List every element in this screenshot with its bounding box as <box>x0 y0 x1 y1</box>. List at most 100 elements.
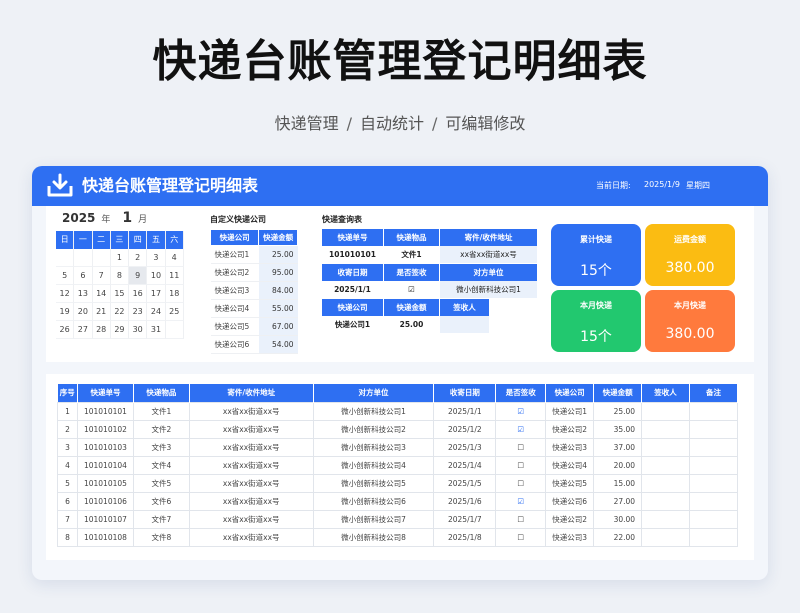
calendar-month[interactable]: 1 <box>122 210 132 226</box>
calendar-day[interactable]: 7 <box>92 267 111 285</box>
stat-value: 15个 <box>580 329 612 345</box>
column-header: 签收人 <box>641 384 690 402</box>
calendar-day[interactable]: 16 <box>129 285 148 303</box>
current-date: 2025/1/9 <box>644 180 680 189</box>
calendar-year[interactable]: 2025 <box>62 211 95 225</box>
table-cell: 101010102 <box>76 419 134 439</box>
calendar-day[interactable]: 24 <box>147 303 166 321</box>
calendar-day[interactable]: 2 <box>129 249 148 267</box>
query-value-row: 快递公司1 25.00 <box>322 316 538 333</box>
calendar-day[interactable]: 26 <box>56 321 75 339</box>
carrier-amount: 55.00 <box>258 299 298 318</box>
signed-checkbox[interactable]: ☐ <box>495 455 547 475</box>
calendar-empty-cell <box>74 249 93 267</box>
calendar-day[interactable]: 11 <box>165 267 184 285</box>
signed-checkbox[interactable]: ☐ <box>495 437 547 457</box>
query-value-row: 2025/1/1 ☑ 微小创新科技公司1 <box>322 281 538 298</box>
table-cell: xx省xx街道xx号 <box>188 455 314 475</box>
table-cell: 文件1 <box>132 401 190 421</box>
calendar-day[interactable]: 29 <box>110 321 130 339</box>
calendar-weeks: 1 2 3 4 5 6 7 8 9 10 11 12 13 14 15 16 17 18 19 20 21 22 23 24 2… <box>56 249 184 339</box>
calendar-day[interactable]: 4 <box>165 249 184 267</box>
column-header: 对方单位 <box>313 384 435 402</box>
carrier-name: 快递公司4 <box>210 299 259 318</box>
table-cell: 101010108 <box>76 527 134 547</box>
calendar-day[interactable]: 18 <box>165 285 184 303</box>
download-icon <box>47 173 73 197</box>
calendar-day[interactable]: 20 <box>74 303 93 321</box>
table-cell: 快递公司3 <box>545 527 595 547</box>
table-cell: 微小创新科技公司8 <box>312 527 435 547</box>
signed-checkbox[interactable]: ☑ <box>495 419 547 439</box>
table-cell: 快递公司6 <box>545 491 595 511</box>
calendar-week-row: 1234 <box>56 249 184 267</box>
table-cell: 微小创新科技公司2 <box>312 419 435 439</box>
calendar-day[interactable]: 23 <box>129 303 148 321</box>
table-cell <box>688 473 739 493</box>
signed-checkbox[interactable]: ☑ <box>384 281 440 298</box>
table-row[interactable]: 4 101010104 文件4 xx省xx街道xx号 微小创新科技公司4 2025/1/4… <box>57 455 739 475</box>
table-cell <box>641 437 690 457</box>
carrier-row: 快递公司2 95.00 <box>210 263 298 282</box>
table-row[interactable]: 7 101010107 文件7 xx省xx街道xx号 微小创新科技公司7 2025/1/7… <box>57 509 739 529</box>
weekday-row: 日 一 二 三 四 五 六 <box>56 231 184 249</box>
weekday: 星期四 <box>686 181 710 190</box>
table-row[interactable]: 8 101010108 文件8 xx省xx街道xx号 微小创新科技公司8 2025/1/8… <box>57 527 739 547</box>
calendar-day[interactable]: 21 <box>92 303 111 321</box>
calendar-day[interactable]: 8 <box>110 267 130 285</box>
calendar-day[interactable]: 22 <box>110 303 130 321</box>
calendar-day[interactable]: 31 <box>147 321 166 339</box>
signed-checkbox[interactable]: ☐ <box>495 509 547 529</box>
table-cell: 微小创新科技公司3 <box>312 437 435 457</box>
page-title: 快递台账管理登记明细表 <box>152 36 648 87</box>
calendar-day[interactable]: 3 <box>147 249 166 267</box>
carrier-name: 快递公司1 <box>210 245 259 264</box>
signed-checkbox[interactable]: ☐ <box>495 473 547 493</box>
table-cell: xx省xx街道xx号 <box>188 473 314 493</box>
table-cell: 101010101 <box>76 401 134 421</box>
table-cell: 35.00 <box>593 419 643 439</box>
query-header-row: 收寄日期 是否签收 对方单位 <box>322 264 538 281</box>
calendar-day[interactable]: 19 <box>56 303 75 321</box>
calendar-day[interactable]: 6 <box>74 267 93 285</box>
carrier-name: 快递公司5 <box>210 317 259 336</box>
query-header: 快递公司 <box>322 299 384 316</box>
calendar-day[interactable]: 14 <box>92 285 111 303</box>
column-header: 快递物品 <box>133 384 190 402</box>
table-row[interactable]: 5 101010105 文件5 xx省xx街道xx号 微小创新科技公司5 2025/1/5… <box>57 473 739 493</box>
signed-checkbox[interactable]: ☑ <box>495 491 547 511</box>
calendar-week-row: 12 13 14 15 16 17 18 <box>56 285 184 303</box>
calendar-day[interactable]: 9 <box>129 267 148 285</box>
table-cell: 101010106 <box>76 491 134 511</box>
calendar-day[interactable]: 30 <box>129 321 148 339</box>
table-cell: xx省xx街道xx号 <box>188 509 314 529</box>
calendar-day[interactable]: 5 <box>56 267 75 285</box>
signed-checkbox[interactable]: ☐ <box>495 527 547 547</box>
query-value <box>440 316 490 333</box>
calendar-day[interactable]: 15 <box>110 285 130 303</box>
calendar-day[interactable]: 12 <box>56 285 75 303</box>
calendar-header: 2025 年 1 月 <box>56 210 184 230</box>
calendar-day[interactable]: 28 <box>92 321 111 339</box>
table-row[interactable]: 3 101010103 文件3 xx省xx街道xx号 微小创新科技公司3 2025/1/3… <box>57 437 739 457</box>
query-tracking-input[interactable]: 101010101 <box>322 246 384 263</box>
table-cell <box>688 419 739 439</box>
carrier-table-title: 自定义快递公司 <box>210 215 266 224</box>
table-cell: 快递公司1 <box>545 401 595 421</box>
calendar-day[interactable]: 13 <box>74 285 93 303</box>
subtitle-item: 可编辑修改 <box>445 114 526 133</box>
table-cell: 4 <box>57 455 78 475</box>
card-title: 快递台账管理登记明细表 <box>82 176 259 195</box>
table-row[interactable]: 6 101010106 文件6 xx省xx街道xx号 微小创新科技公司6 2025/1/6… <box>57 491 739 511</box>
calendar-day[interactable]: 10 <box>147 267 166 285</box>
table-row[interactable]: 1 101010101 文件1 xx省xx街道xx号 微小创新科技公司1 2025/1/1… <box>57 401 739 421</box>
calendar-day[interactable]: 17 <box>147 285 166 303</box>
table-cell <box>641 509 690 529</box>
table-cell: 2025/1/3 <box>433 437 497 457</box>
calendar-day[interactable]: 25 <box>165 303 184 321</box>
table-cell: 快递公司2 <box>545 509 595 529</box>
calendar-day[interactable]: 1 <box>110 249 130 267</box>
table-row[interactable]: 2 101010102 文件2 xx省xx街道xx号 微小创新科技公司2 2025/1/2… <box>57 419 739 439</box>
signed-checkbox[interactable]: ☑ <box>495 401 547 421</box>
calendar-day[interactable]: 27 <box>74 321 93 339</box>
